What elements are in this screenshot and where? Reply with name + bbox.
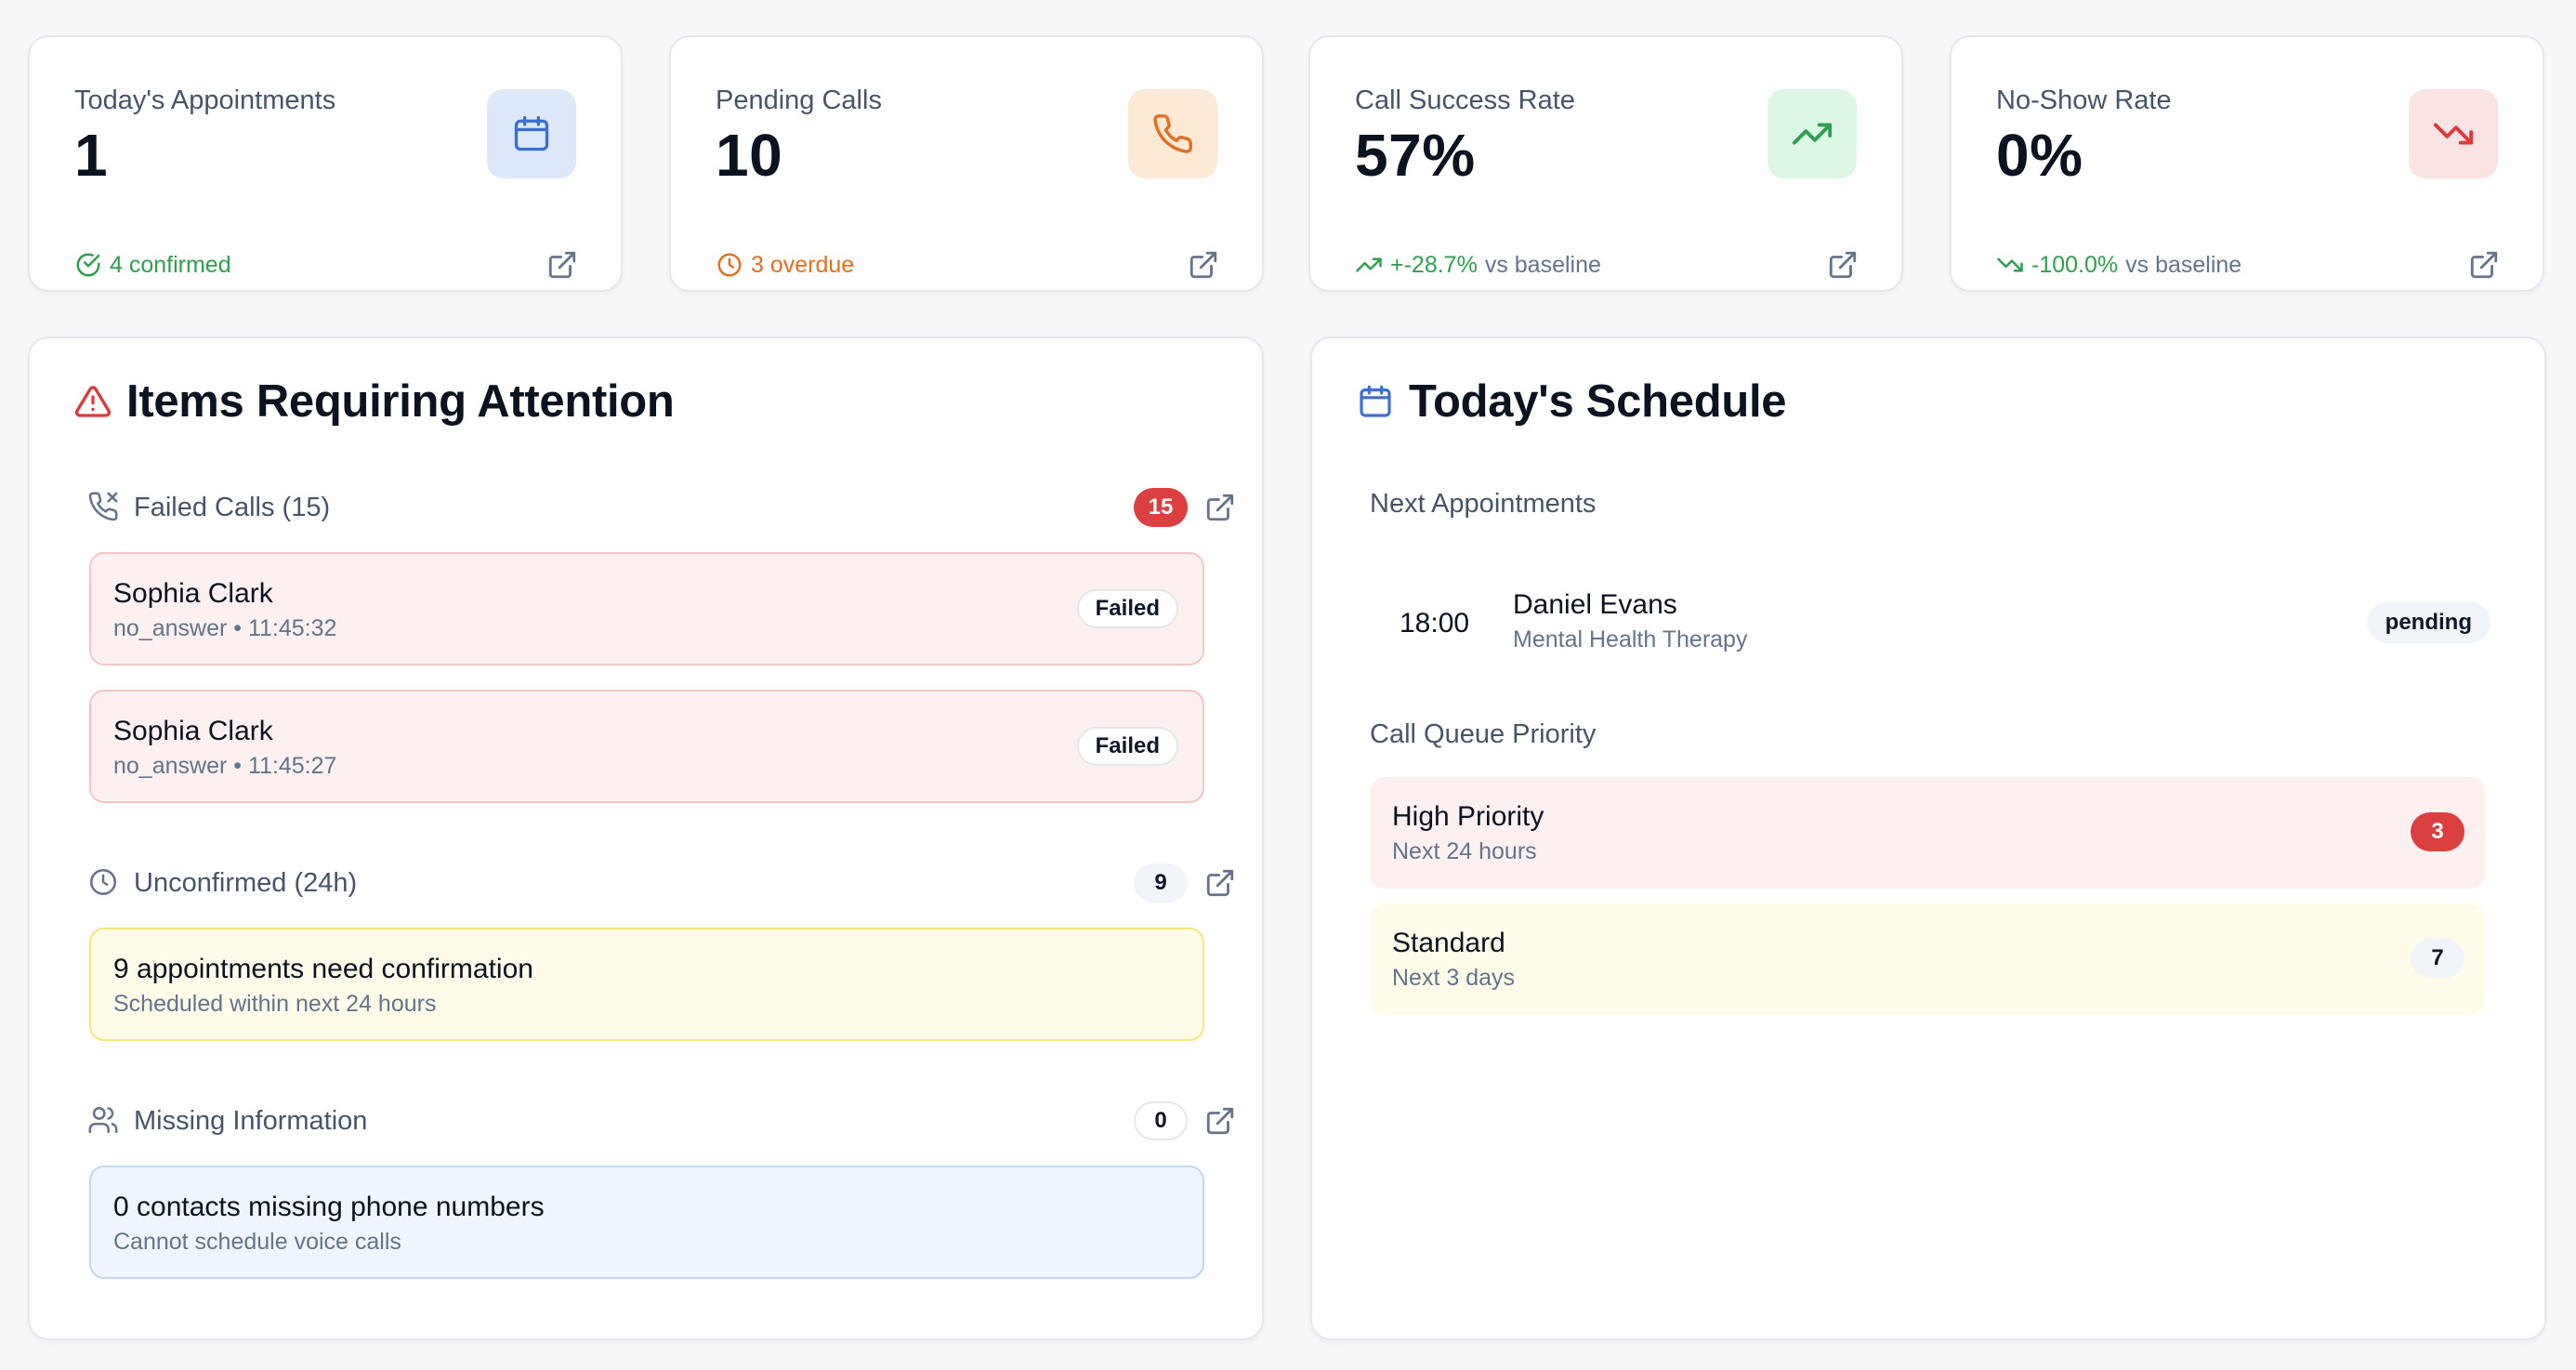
clock-icon	[716, 251, 743, 279]
missing-info-item[interactable]: 0 contacts missing phone numbers Cannot …	[89, 1166, 1204, 1279]
appointment-time: 18:00	[1400, 608, 1470, 639]
stat-card-no-show[interactable]: No-Show Rate 0% -100.0% vs baseline	[1950, 35, 2544, 292]
item-title: 0 contacts missing phone numbers	[113, 1192, 545, 1222]
unconfirmed-header: Unconfirmed (24h) 9	[87, 863, 1236, 903]
queue-high-priority[interactable]: High Priority Next 24 hours 3	[1370, 777, 2485, 889]
stat-value: 10	[716, 122, 783, 189]
queue-subtitle: Next 3 days	[1392, 965, 1516, 991]
panel-header: Today's Schedule	[1357, 375, 1787, 428]
queue-title: Standard	[1392, 928, 1505, 958]
calendar-icon	[487, 89, 576, 178]
alert-triangle-icon	[74, 383, 112, 420]
stat-footer: 3 overdue	[716, 251, 854, 279]
stat-value: 57%	[1355, 122, 1476, 189]
queue-title: High Priority	[1392, 801, 1544, 832]
confirmed-count: 4 confirmed	[110, 251, 231, 278]
section-label: Unconfirmed (24h)	[134, 867, 358, 898]
phone-icon	[1128, 89, 1217, 178]
users-icon	[87, 1104, 121, 1138]
phone-missed-icon	[87, 491, 121, 524]
stat-label: Today's Appointments	[74, 86, 336, 115]
external-link-icon[interactable]	[546, 249, 578, 281]
stat-card-call-success[interactable]: Call Success Rate 57% +-28.7% vs baselin…	[1308, 35, 1903, 292]
panel-header: Items Requiring Attention	[74, 375, 675, 428]
section-label: Failed Calls (15)	[134, 492, 331, 522]
queue-count-badge: 7	[2411, 939, 2464, 978]
queue-subtitle: Next 24 hours	[1392, 838, 1537, 864]
contact-name: Sophia Clark	[113, 578, 273, 609]
queue-count-badge: 3	[2411, 812, 2464, 851]
baseline-text: vs baseline	[2125, 251, 2242, 278]
baseline-text: vs baseline	[1484, 251, 1601, 278]
schedule-panel: Today's Schedule Next Appointments 18:00…	[1310, 336, 2546, 1340]
attention-panel: Items Requiring Attention Failed Calls (…	[28, 336, 1264, 1340]
status-badge: Failed	[1076, 727, 1178, 766]
stat-card-appointments[interactable]: Today's Appointments 1 4 confirmed	[28, 35, 623, 292]
appointment-name: Daniel Evans	[1513, 589, 1677, 620]
contact-name: Sophia Clark	[113, 716, 273, 746]
stat-footer: 4 confirmed	[74, 251, 231, 279]
queue-standard[interactable]: Standard Next 3 days 7	[1370, 903, 2485, 1015]
stat-label: Pending Calls	[716, 86, 882, 115]
external-link-icon[interactable]	[1827, 249, 1859, 281]
unconfirmed-item[interactable]: 9 appointments need confirmation Schedul…	[89, 928, 1204, 1041]
trending-up-icon	[1768, 89, 1857, 178]
trending-down-icon	[2409, 89, 2498, 178]
panel-title: Today's Schedule	[1409, 376, 1787, 427]
external-link-icon[interactable]	[1204, 1105, 1236, 1137]
stat-value: 1	[74, 122, 109, 189]
status-badge: Failed	[1076, 589, 1178, 628]
clock-icon	[87, 866, 121, 900]
status-badge: pending	[2366, 602, 2491, 643]
trending-down-icon	[1996, 251, 2024, 279]
failed-calls-header: Failed Calls (15) 15	[87, 487, 1236, 528]
next-appointments-label: Next Appointments	[1370, 489, 1597, 519]
external-link-icon[interactable]	[1204, 867, 1236, 899]
appointment-service: Mental Health Therapy	[1513, 626, 1748, 652]
external-link-icon[interactable]	[1188, 249, 1219, 281]
external-link-icon[interactable]	[2468, 249, 2500, 281]
stat-label: No-Show Rate	[1996, 86, 2172, 115]
check-circle-icon	[74, 251, 102, 279]
item-subtitle: Scheduled within next 24 hours	[113, 991, 437, 1017]
stats-row: Today's Appointments 1 4 confirmed Pendi…	[28, 35, 2548, 292]
call-meta: no_answer • 11:45:32	[113, 615, 337, 641]
success-delta: +-28.7%	[1390, 251, 1478, 278]
trending-up-icon	[1355, 251, 1383, 279]
call-queue-label: Call Queue Priority	[1370, 719, 1597, 749]
missing-info-header: Missing Information 0	[87, 1100, 1236, 1141]
failed-call-item[interactable]: Sophia Clark no_answer • 11:45:32 Failed	[89, 552, 1204, 665]
section-label: Missing Information	[134, 1105, 368, 1136]
stat-value: 0%	[1996, 122, 2083, 189]
noshow-delta: -100.0%	[2031, 251, 2119, 278]
external-link-icon[interactable]	[1204, 492, 1236, 523]
panel-title: Items Requiring Attention	[126, 376, 675, 427]
item-title: 9 appointments need confirmation	[113, 954, 533, 984]
overdue-count: 3 overdue	[751, 251, 855, 278]
appointment-row[interactable]: 18:00 Daniel Evans Mental Health Therapy…	[1370, 567, 2518, 678]
unconfirmed-count-badge: 9	[1134, 863, 1188, 902]
call-meta: no_answer • 11:45:27	[113, 753, 337, 779]
stat-label: Call Success Rate	[1355, 86, 1575, 115]
failed-call-item[interactable]: Sophia Clark no_answer • 11:45:27 Failed	[89, 690, 1204, 803]
stat-card-pending-calls[interactable]: Pending Calls 10 3 overdue	[669, 35, 1264, 292]
stat-footer: +-28.7% vs baseline	[1355, 251, 1601, 279]
calendar-icon	[1357, 383, 1394, 420]
stat-footer: -100.0% vs baseline	[1996, 251, 2241, 279]
missing-count-badge: 0	[1134, 1101, 1188, 1140]
failed-count-badge: 15	[1134, 488, 1188, 527]
item-subtitle: Cannot schedule voice calls	[113, 1229, 401, 1255]
